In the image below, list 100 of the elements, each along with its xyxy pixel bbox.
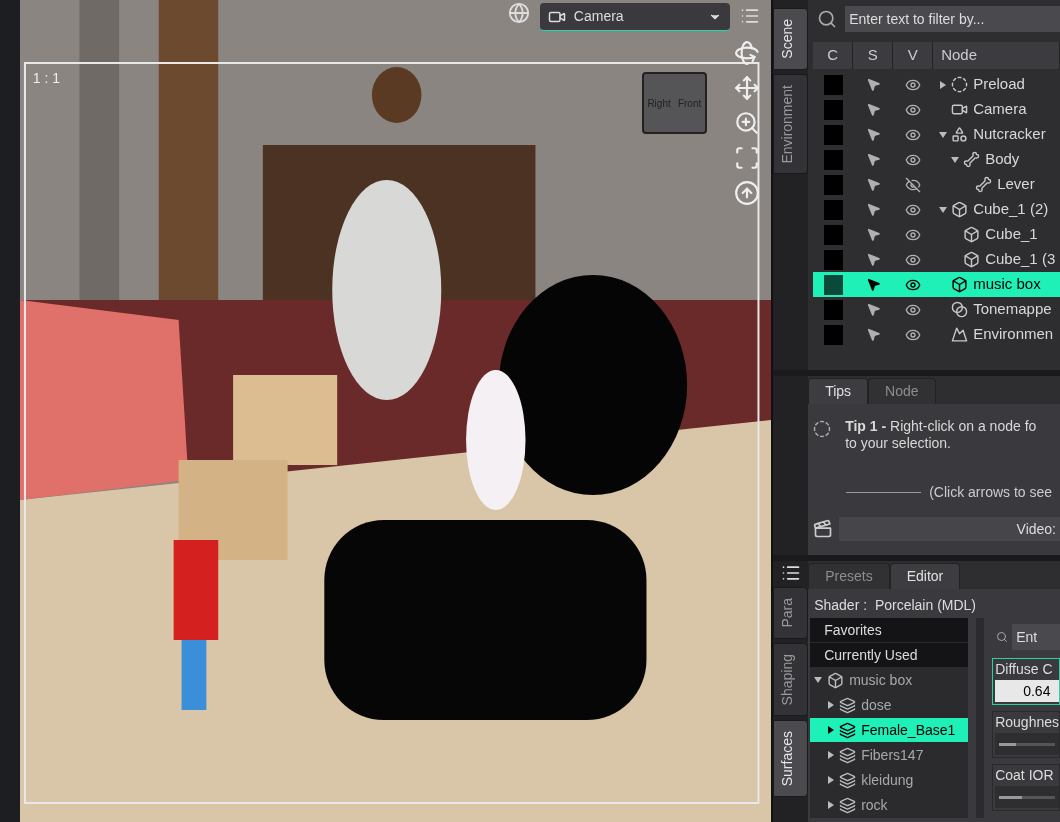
column-header[interactable]: V (893, 42, 934, 69)
surface-row[interactable]: rock (810, 793, 969, 818)
frame-icon[interactable] (733, 145, 760, 171)
collapsed-arrow-icon[interactable] (828, 701, 835, 709)
pointer-icon[interactable] (865, 127, 881, 142)
color-swatch[interactable] (823, 249, 843, 270)
expanded-arrow-icon[interactable] (951, 156, 960, 163)
expanded-arrow-icon[interactable] (939, 206, 948, 213)
column-header[interactable]: C (813, 42, 854, 69)
aspect-ratio-label: 1 : 1 (32, 69, 61, 88)
panel-tab[interactable]: Node (868, 378, 936, 404)
surface-row[interactable]: Female_Base1 (810, 718, 969, 743)
color-swatch[interactable] (823, 149, 843, 170)
pointer-icon[interactable] (865, 77, 881, 92)
panel-tab[interactable]: Editor (889, 563, 961, 589)
pointer-icon[interactable] (865, 202, 881, 217)
clapperboard-icon[interactable] (813, 519, 834, 539)
node-name: Environmen (973, 324, 1054, 345)
color-swatch[interactable] (823, 199, 843, 220)
scene-row[interactable]: music box (813, 272, 1060, 297)
zoom-icon[interactable] (733, 110, 760, 136)
filter-field[interactable]: Enter text to filter by... (845, 6, 1060, 32)
expanded-arrow-icon[interactable] (814, 677, 823, 683)
scene-row[interactable]: Preload (813, 72, 1060, 97)
side-tab[interactable]: Shaping (773, 642, 809, 716)
panel-tab[interactable]: Presets (808, 563, 890, 589)
color-swatch[interactable] (823, 224, 843, 245)
scene-row[interactable]: Nutcracker (813, 122, 1060, 147)
column-header[interactable]: S (853, 42, 894, 69)
property-card[interactable]: Coat IOR (992, 764, 1060, 811)
cube-icon (963, 251, 981, 268)
layers-icon (839, 721, 857, 739)
arrow-up-icon[interactable] (733, 180, 760, 206)
color-swatch[interactable] (823, 74, 843, 95)
pointer-icon[interactable] (865, 152, 881, 167)
sphere-icon[interactable] (507, 2, 530, 24)
value-field[interactable]: 0.64 (995, 680, 1059, 702)
property-card[interactable]: Roughnes (992, 711, 1060, 758)
pointer-icon[interactable] (865, 227, 881, 242)
property-label: Coat IOR (995, 766, 1055, 785)
color-swatch[interactable] (823, 174, 843, 195)
collapsed-arrow-icon[interactable] (828, 726, 835, 734)
color-swatch[interactable] (823, 99, 843, 120)
pointer-icon[interactable] (865, 252, 881, 267)
slider-track[interactable] (995, 786, 1059, 808)
side-tab[interactable]: Para (773, 587, 809, 639)
surface-group[interactable]: Currently Used (810, 643, 969, 668)
node-name: music box (973, 274, 1041, 295)
surface-row[interactable]: Fibers147 (810, 743, 969, 768)
collapsed-arrow-icon[interactable] (828, 751, 835, 759)
pointer-icon[interactable] (865, 102, 881, 117)
color-swatch[interactable] (823, 124, 843, 145)
property-label: Diffuse C (995, 660, 1054, 679)
collapsed-arrow-icon[interactable] (940, 80, 947, 89)
scene-row[interactable]: Environmen (813, 322, 1060, 347)
video-button[interactable]: Video: (839, 517, 1060, 541)
search-icon[interactable] (817, 9, 838, 29)
scene-row[interactable]: Body (813, 147, 1060, 172)
bone-icon (975, 176, 993, 193)
surface-row[interactable]: music box (810, 668, 969, 693)
bone-icon (963, 151, 981, 168)
slider-track[interactable] (995, 733, 1059, 755)
expanded-arrow-icon[interactable] (939, 131, 948, 138)
cube-icon (951, 201, 969, 218)
color-swatch[interactable] (823, 324, 843, 345)
node-name: Camera (973, 99, 1027, 120)
property-card[interactable]: Diffuse C 0.64 (992, 658, 1060, 705)
pointer-icon[interactable] (865, 277, 881, 292)
color-swatch[interactable] (823, 274, 843, 295)
scene-row[interactable]: Cube_1 (2) (813, 197, 1060, 222)
node-name: Lever (997, 174, 1035, 195)
orbit-icon[interactable] (733, 40, 760, 66)
node-name: Cube_1 (3 (985, 249, 1056, 270)
move-icon[interactable] (733, 75, 760, 101)
side-tab[interactable]: Scene (773, 8, 809, 70)
filter-field[interactable]: Ent (1012, 624, 1060, 650)
cube-icon (963, 226, 981, 243)
surface-row[interactable]: kleidung (810, 768, 969, 793)
menu-icon[interactable] (780, 563, 801, 583)
pointer-icon[interactable] (865, 177, 881, 192)
pointer-icon[interactable] (865, 302, 881, 317)
closed-eye-icon[interactable] (905, 176, 922, 193)
surface-group[interactable]: Favorites (810, 618, 969, 643)
side-tab[interactable]: Environment (773, 73, 809, 175)
scene-row[interactable]: Lever (813, 172, 1060, 197)
pointer-icon[interactable] (865, 327, 881, 342)
color-swatch[interactable] (823, 299, 843, 320)
scene-row[interactable]: Camera (813, 97, 1060, 122)
side-tab[interactable]: Surfaces (773, 719, 809, 798)
node-name: Cube_1 (2) (973, 199, 1049, 220)
camera-dropdown[interactable]: Camera (539, 3, 730, 31)
collapsed-arrow-icon[interactable] (828, 776, 835, 784)
scene-row[interactable]: Cube_1 (813, 222, 1060, 247)
cube-icon (951, 276, 969, 293)
collapsed-arrow-icon[interactable] (828, 801, 835, 809)
node-name: Cube_1 (985, 224, 1038, 245)
column-header[interactable]: Node (933, 42, 1060, 69)
scene-row[interactable]: Tonemappe (813, 297, 1060, 322)
panel-tab[interactable]: Tips (808, 378, 869, 404)
scene-row[interactable]: Cube_1 (3 (813, 247, 1060, 272)
